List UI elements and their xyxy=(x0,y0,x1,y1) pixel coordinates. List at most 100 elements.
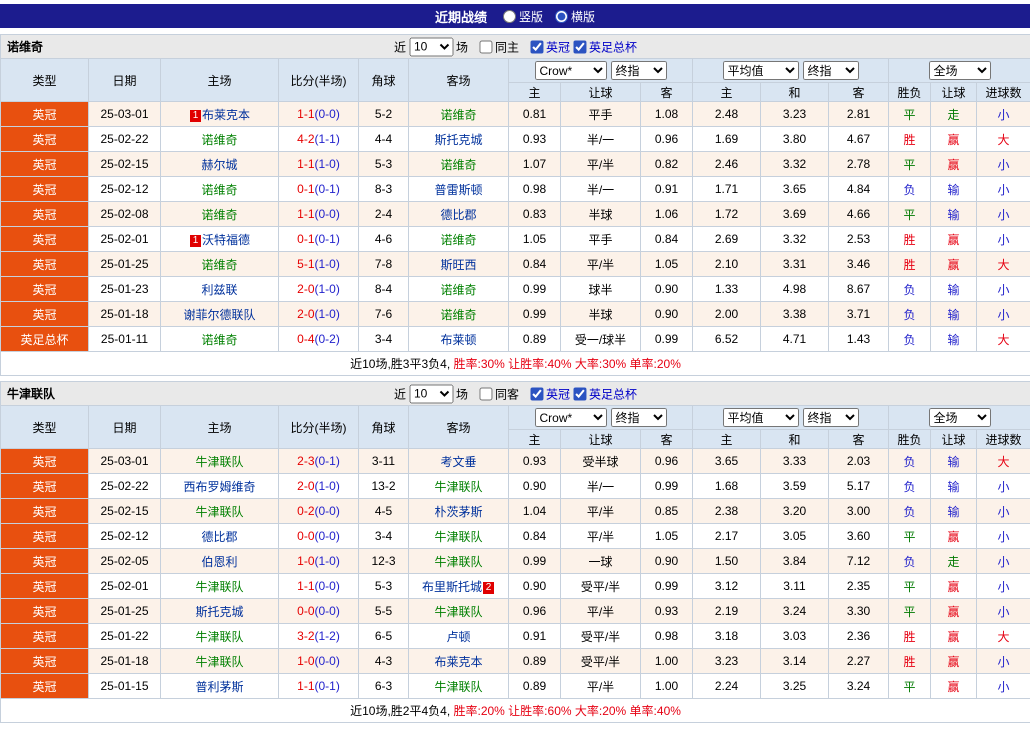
home-team-name[interactable]: 诺维奇 xyxy=(201,183,237,197)
average-select[interactable]: 平均值 xyxy=(722,408,799,427)
home-team-name[interactable]: 德比郡 xyxy=(201,530,237,544)
home-team-name[interactable]: 伯恩利 xyxy=(201,555,237,569)
avg-group-header: 平均值 终指 xyxy=(692,58,889,83)
home-team-name[interactable]: 诺维奇 xyxy=(201,208,237,222)
away-team-name[interactable]: 诺维奇 xyxy=(440,158,476,172)
home-team-cell: 牛津联队 xyxy=(160,648,279,674)
avg-away-odds: 5.17 xyxy=(828,473,889,499)
halftime-score: (1-1) xyxy=(314,132,340,146)
average-select[interactable]: 平均值 xyxy=(722,61,799,80)
match-row: 英冠 25-02-08 诺维奇 1-1(0-0) 2-4 德比郡 0.83 半球 1.06 1.7… xyxy=(0,201,1030,227)
league-filter-checkbox-1[interactable] xyxy=(530,387,544,400)
league-filter-checkbox-2[interactable] xyxy=(573,387,587,400)
home-team-name[interactable]: 牛津联队 xyxy=(195,655,243,669)
home-team-name[interactable]: 西布罗姆维奇 xyxy=(183,480,255,494)
view-mode-radio[interactable] xyxy=(502,9,516,23)
result-group-header: 全场 xyxy=(887,58,1030,83)
away-team-name[interactable]: 卢顿 xyxy=(446,630,470,644)
league-filter-checkbox-1[interactable] xyxy=(530,40,544,53)
avg-draw-odds: 3.14 xyxy=(760,648,829,674)
away-team-name[interactable]: 牛津联队 xyxy=(434,555,482,569)
bookmaker-select[interactable]: Crow* xyxy=(534,408,607,427)
scope-select[interactable]: 全场 xyxy=(928,408,991,427)
away-team-name[interactable]: 牛津联队 xyxy=(434,680,482,694)
home-team-cell: 诺维奇 xyxy=(160,126,279,152)
result-handicap: 输 xyxy=(930,326,977,352)
home-team-name[interactable]: 牛津联队 xyxy=(195,630,243,644)
odds-stage-select[interactable]: 终指 xyxy=(610,61,667,80)
home-team-name[interactable]: 谢菲尔德联队 xyxy=(183,308,255,322)
away-team-name[interactable]: 考文垂 xyxy=(440,455,476,469)
team-name[interactable]: 诺维奇 xyxy=(7,40,43,54)
away-odds: 0.99 xyxy=(640,326,693,352)
home-team-name[interactable]: 牛津联队 xyxy=(195,580,243,594)
league-filter-checkbox-2[interactable] xyxy=(573,40,587,53)
away-team-name[interactable]: 诺维奇 xyxy=(440,233,476,247)
red-card-badge: 1 xyxy=(189,109,201,122)
scope-select[interactable]: 全场 xyxy=(928,61,991,80)
away-team-name[interactable]: 牛津联队 xyxy=(434,530,482,544)
home-team-name[interactable]: 利兹联 xyxy=(201,283,237,297)
away-team-name[interactable]: 布里斯托城 xyxy=(422,580,482,594)
corner-cell: 13-2 xyxy=(358,473,409,499)
away-team-name[interactable]: 牛津联队 xyxy=(434,480,482,494)
away-team-name[interactable]: 斯托克城 xyxy=(434,133,482,147)
match-row: 英冠 25-02-22 西布罗姆维奇 2-0(1-0) 13-2 牛津联队 0.90 半/一 0… xyxy=(0,473,1030,499)
result-goals: 大 xyxy=(975,251,1030,277)
halftime-score: (1-0) xyxy=(314,257,340,271)
home-team-name[interactable]: 牛津联队 xyxy=(195,505,243,519)
avg-away-odds: 2.78 xyxy=(828,151,889,177)
home-team-name[interactable]: 牛津联队 xyxy=(195,455,243,469)
home-team-name[interactable]: 诺维奇 xyxy=(201,333,237,347)
away-team-name[interactable]: 布莱克本 xyxy=(434,655,482,669)
home-team-cell: 德比郡 xyxy=(160,523,279,549)
view-mode-option-2[interactable]: 横版 xyxy=(555,8,595,25)
subcol-8: 让球 xyxy=(930,82,977,102)
away-team-name[interactable]: 德比郡 xyxy=(440,208,476,222)
match-row: 英冠 25-02-12 诺维奇 0-1(0-1) 8-3 普雷斯顿 0.98 半/一 0.91 1… xyxy=(0,176,1030,202)
odds-stage-select[interactable]: 终指 xyxy=(610,408,667,427)
avg-stage-select[interactable]: 终指 xyxy=(802,61,859,80)
result-handicap: 输 xyxy=(930,301,977,327)
result-wdl: 平 xyxy=(888,151,931,177)
home-team-name[interactable]: 诺维奇 xyxy=(201,258,237,272)
away-team-name[interactable]: 普雷斯顿 xyxy=(434,183,482,197)
home-team-name[interactable]: 沃特福德 xyxy=(202,233,250,247)
bookmaker-select[interactable]: Crow* xyxy=(534,61,607,80)
home-odds: 0.90 xyxy=(508,573,561,599)
league-badge: 英冠 xyxy=(0,126,89,152)
league-badge: 英冠 xyxy=(0,201,89,227)
away-team-name[interactable]: 诺维奇 xyxy=(440,108,476,122)
subcol-9: 进球数 xyxy=(975,82,1030,102)
result-goals: 小 xyxy=(975,573,1030,599)
away-team-name[interactable]: 诺维奇 xyxy=(440,283,476,297)
away-team-cell: 诺维奇 xyxy=(408,226,509,252)
match-count-select[interactable]: 10 xyxy=(409,384,454,403)
result-wdl: 平 xyxy=(888,598,931,624)
away-team-name[interactable]: 斯旺西 xyxy=(440,258,476,272)
away-team-name[interactable]: 牛津联队 xyxy=(434,605,482,619)
home-team-name[interactable]: 斯托克城 xyxy=(195,605,243,619)
home-team-name[interactable]: 普利茅斯 xyxy=(195,680,243,694)
home-team-name[interactable]: 赫尔城 xyxy=(201,158,237,172)
home-team-name[interactable]: 诺维奇 xyxy=(201,133,237,147)
home-team-name[interactable]: 布莱克本 xyxy=(202,108,250,122)
away-odds: 0.99 xyxy=(640,573,693,599)
match-count-select[interactable]: 10 xyxy=(408,37,453,56)
avg-draw-odds: 3.80 xyxy=(760,126,829,152)
match-row: 英冠 25-01-22 牛津联队 3-2(1-2) 6-5 卢顿 0.91 受平/半 0.98 3… xyxy=(0,623,1030,649)
view-mode-option-1[interactable]: 竖版 xyxy=(502,8,543,25)
result-wdl: 负 xyxy=(888,326,931,352)
away-team-name[interactable]: 诺维奇 xyxy=(440,308,476,322)
away-team-name[interactable]: 朴茨茅斯 xyxy=(434,505,482,519)
handicap-line: 受平/半 xyxy=(560,623,641,649)
same-venue-checkbox[interactable] xyxy=(478,40,492,53)
team-name[interactable]: 牛津联队 xyxy=(7,387,55,401)
view-mode-radio[interactable] xyxy=(555,9,568,23)
avg-stage-select[interactable]: 终指 xyxy=(802,408,859,427)
same-venue-checkbox[interactable] xyxy=(479,387,493,400)
away-team-cell: 牛津联队 xyxy=(408,598,509,624)
away-team-name[interactable]: 布莱顿 xyxy=(440,333,476,347)
corner-cell: 3-4 xyxy=(358,326,409,352)
result-wdl: 负 xyxy=(888,276,931,302)
